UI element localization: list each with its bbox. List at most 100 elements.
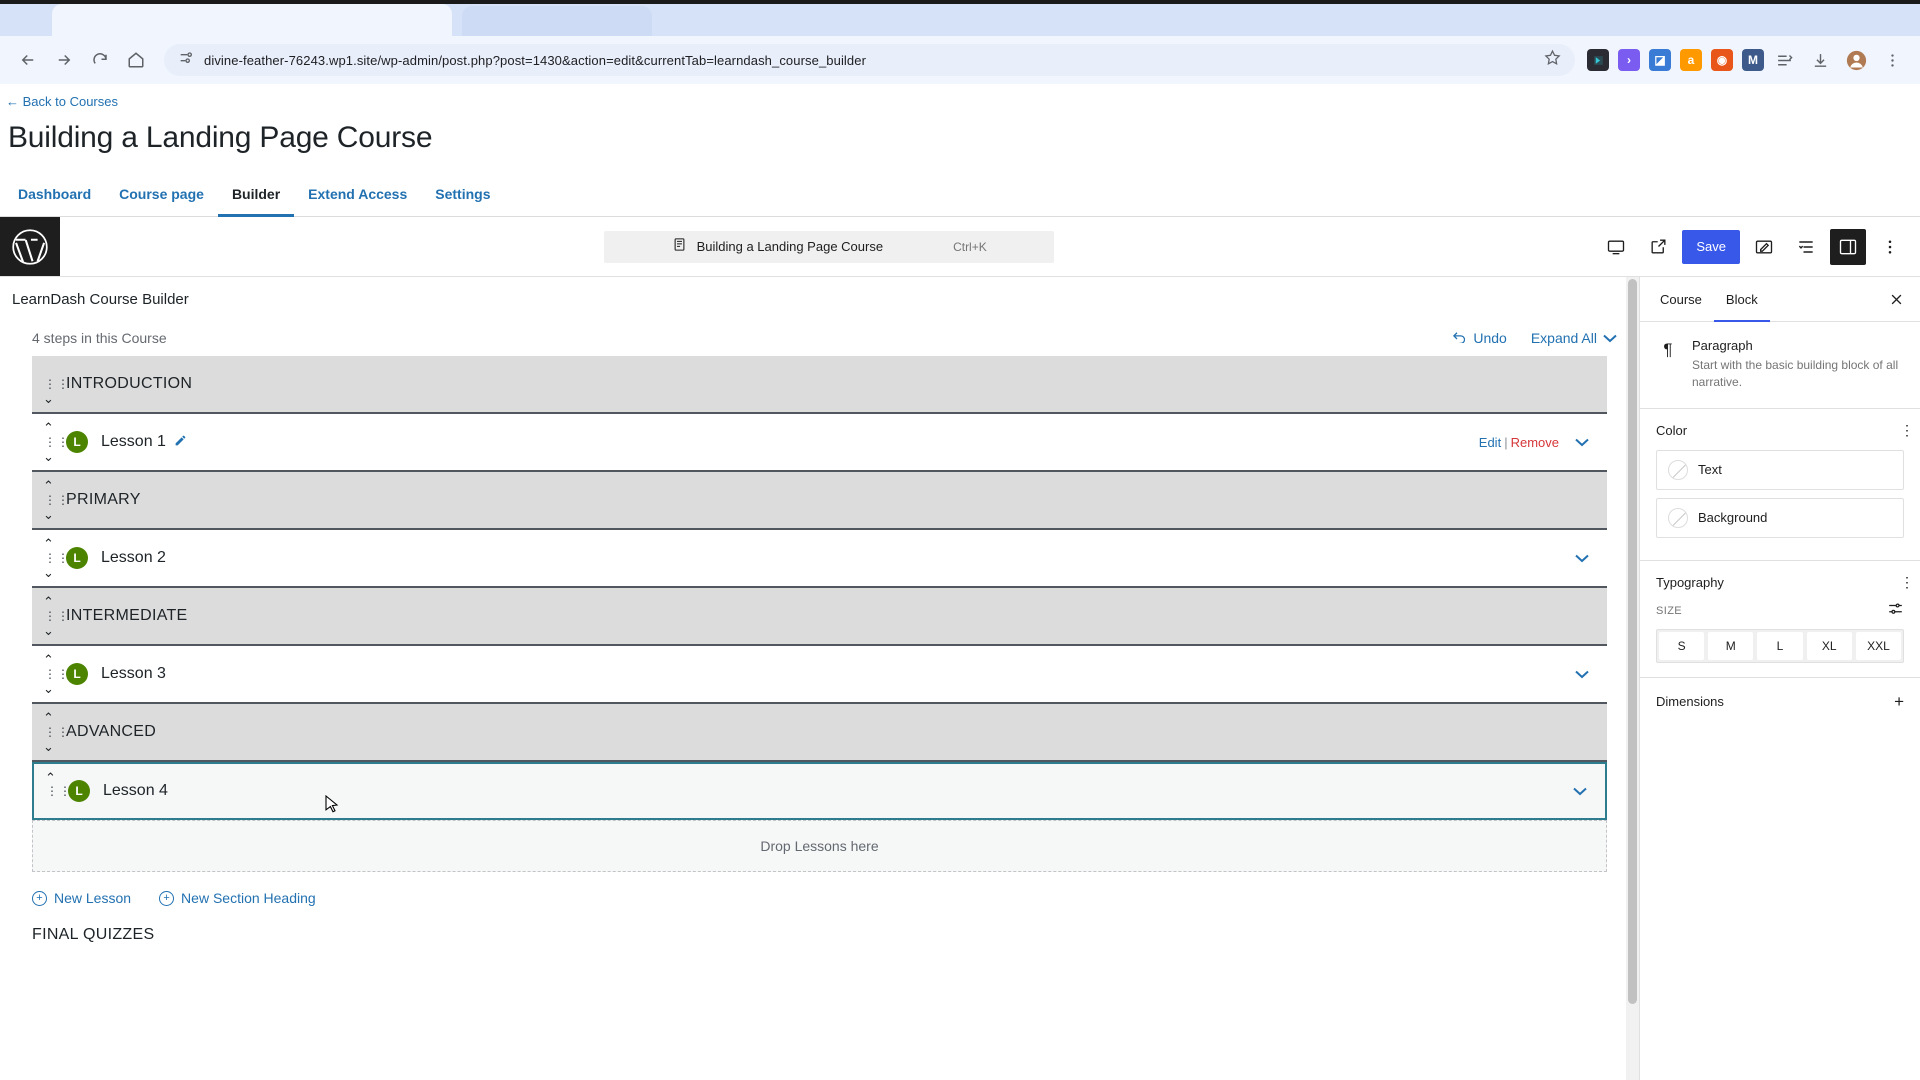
browser-tab-active[interactable] xyxy=(52,4,452,36)
edit-pencil-icon[interactable] xyxy=(174,434,187,450)
remove-link[interactable]: Remove xyxy=(1511,435,1559,450)
move-up-icon[interactable]: ⌃ xyxy=(43,479,54,492)
expand-row-icon[interactable] xyxy=(1575,434,1589,451)
amazon-icon[interactable]: a xyxy=(1680,49,1702,71)
forward-arrow-icon[interactable] xyxy=(48,44,80,76)
open-external-icon[interactable] xyxy=(1640,229,1676,265)
move-up-icon[interactable]: ⌃ xyxy=(43,537,54,550)
reload-icon[interactable] xyxy=(84,44,116,76)
expand-all-button[interactable]: Expand All xyxy=(1531,330,1617,346)
move-up-icon[interactable]: ⌃ xyxy=(45,771,56,784)
move-down-icon[interactable]: ⌄ xyxy=(43,682,54,695)
move-up-icon[interactable]: ⌃ xyxy=(43,653,54,666)
extension-icon-1[interactable] xyxy=(1587,49,1609,71)
drag-handle-icon[interactable]: ⋮⋮ xyxy=(46,785,71,797)
editor-main: LearnDash Course Builder 4 steps in this… xyxy=(0,277,1920,1080)
builder-section-row[interactable]: ⌃ ⋮⋮ ⌄ PRIMARY xyxy=(32,472,1607,530)
move-up-icon[interactable]: ⌃ xyxy=(43,421,54,434)
builder-section-row[interactable]: ⌄ ⋮⋮ INTRODUCTION xyxy=(32,356,1607,414)
new-lesson-button[interactable]: + New Lesson xyxy=(32,890,131,906)
sliders-icon[interactable] xyxy=(1887,602,1904,621)
move-down-icon[interactable]: ⌄ xyxy=(43,566,54,579)
color-text-label: Text xyxy=(1698,462,1722,478)
builder-lesson-row-selected[interactable]: ⌃ ⋮⋮ L Lesson 4 xyxy=(32,762,1607,820)
drag-handle-icon[interactable]: ⋮⋮ xyxy=(44,494,69,506)
edit-link[interactable]: Edit xyxy=(1479,435,1501,450)
tab-course-page[interactable]: Course page xyxy=(105,174,218,217)
expand-row-icon[interactable] xyxy=(1575,666,1589,683)
builder-lesson-row[interactable]: ⌃ ⋮⋮ ⌄ L Lesson 3 xyxy=(32,646,1607,704)
size-option-xxl[interactable]: XXL xyxy=(1855,631,1902,660)
drag-handle-icon[interactable]: ⋮⋮ xyxy=(44,552,69,564)
browser-tab-secondary[interactable] xyxy=(462,6,652,36)
wordpress-logo-icon[interactable] xyxy=(0,217,60,276)
builder-lesson-row[interactable]: ⌃ ⋮⋮ ⌄ L Lesson 2 xyxy=(32,530,1607,588)
drag-handle-icon[interactable]: ⋮⋮ xyxy=(44,436,69,448)
scrollbar-thumb[interactable] xyxy=(1628,279,1637,1004)
move-down-icon[interactable]: ⌄ xyxy=(43,450,54,463)
content-scrollbar[interactable] xyxy=(1626,277,1639,1080)
move-up-icon[interactable]: ⌃ xyxy=(43,595,54,608)
edit-pencil-icon[interactable] xyxy=(1746,229,1782,265)
move-down-icon[interactable]: ⌄ xyxy=(43,508,54,521)
tab-extend-access[interactable]: Extend Access xyxy=(294,174,421,217)
drag-handle-icon[interactable]: ⋮⋮ xyxy=(44,726,69,738)
extension-icon-5[interactable]: ◉ xyxy=(1711,49,1733,71)
tab-dashboard[interactable]: Dashboard xyxy=(4,174,105,217)
plus-icon[interactable]: + xyxy=(1894,692,1904,712)
browser-toolbar: divine-feather-76243.wp1.site/wp-admin/p… xyxy=(0,36,1920,84)
extension-icon-2[interactable]: › xyxy=(1618,49,1640,71)
site-settings-icon[interactable] xyxy=(178,50,194,71)
builder-lesson-row[interactable]: ⌃ ⋮⋮ ⌄ L Lesson 1 Edit | Remove xyxy=(32,414,1607,472)
size-option-m[interactable]: M xyxy=(1708,631,1754,660)
split-view-icon[interactable] xyxy=(1768,44,1800,76)
save-button[interactable]: Save xyxy=(1682,229,1740,264)
view-desktop-icon[interactable] xyxy=(1598,229,1634,265)
drag-handle-icon[interactable]: ⋮⋮ xyxy=(44,378,69,390)
size-option-xl[interactable]: XL xyxy=(1806,631,1852,660)
new-section-heading-button[interactable]: + New Section Heading xyxy=(159,890,316,906)
extension-icon-3[interactable]: ◪ xyxy=(1649,49,1671,71)
section-label: ADVANCED xyxy=(66,723,157,740)
color-text-option[interactable]: Text xyxy=(1656,449,1904,490)
download-icon[interactable] xyxy=(1804,44,1836,76)
options-kebab-icon[interactable] xyxy=(1872,229,1908,265)
expand-row-icon[interactable] xyxy=(1575,550,1589,567)
kebab-menu-icon[interactable] xyxy=(1876,44,1908,76)
list-view-icon[interactable] xyxy=(1788,229,1824,265)
move-up-icon[interactable]: ⌃ xyxy=(43,711,54,724)
color-background-option[interactable]: Background xyxy=(1656,497,1904,538)
kebab-menu-icon[interactable]: ⋮ xyxy=(1900,575,1914,589)
new-lesson-label: New Lesson xyxy=(54,890,132,906)
extension-icon-6[interactable]: M xyxy=(1742,49,1764,71)
undo-button[interactable]: Undo xyxy=(1452,330,1507,346)
profile-avatar-icon[interactable] xyxy=(1840,44,1872,76)
typography-section-title: Typography xyxy=(1656,574,1724,590)
dimensions-section: Dimensions + xyxy=(1640,676,1920,726)
drag-handle-icon[interactable]: ⋮⋮ xyxy=(44,610,69,622)
builder-section-row[interactable]: ⌃ ⋮⋮ ⌄ ADVANCED xyxy=(32,704,1607,762)
close-icon[interactable] xyxy=(1881,277,1912,321)
home-icon[interactable] xyxy=(120,44,152,76)
font-size-toggle[interactable]: S M L XL XXL xyxy=(1656,628,1904,663)
size-option-l[interactable]: L xyxy=(1757,631,1803,660)
document-title-chip[interactable]: Building a Landing Page Course Ctrl+K xyxy=(604,230,1055,263)
expand-row-icon[interactable] xyxy=(1573,783,1587,800)
tab-course[interactable]: Course xyxy=(1648,278,1714,322)
kebab-menu-icon[interactable]: ⋮ xyxy=(1900,423,1914,437)
star-icon[interactable] xyxy=(1544,49,1561,71)
back-arrow-icon[interactable] xyxy=(12,44,44,76)
drop-lessons-zone[interactable]: Drop Lessons here xyxy=(32,820,1607,872)
tab-settings[interactable]: Settings xyxy=(421,174,504,217)
move-down-icon[interactable]: ⌄ xyxy=(43,740,54,753)
tab-block[interactable]: Block xyxy=(1713,278,1770,322)
size-option-s[interactable]: S xyxy=(1659,631,1705,660)
drag-handle-icon[interactable]: ⋮⋮ xyxy=(44,668,69,680)
address-bar[interactable]: divine-feather-76243.wp1.site/wp-admin/p… xyxy=(164,44,1575,76)
back-to-courses-link[interactable]: ← Back to Courses xyxy=(0,84,1920,113)
move-down-icon[interactable]: ⌄ xyxy=(43,624,54,637)
builder-section-row[interactable]: ⌃ ⋮⋮ ⌄ INTERMEDIATE xyxy=(32,588,1607,646)
sidebar-toggle-icon[interactable] xyxy=(1830,228,1866,265)
move-down-icon[interactable]: ⌄ xyxy=(43,392,54,405)
tab-builder[interactable]: Builder xyxy=(217,174,295,217)
